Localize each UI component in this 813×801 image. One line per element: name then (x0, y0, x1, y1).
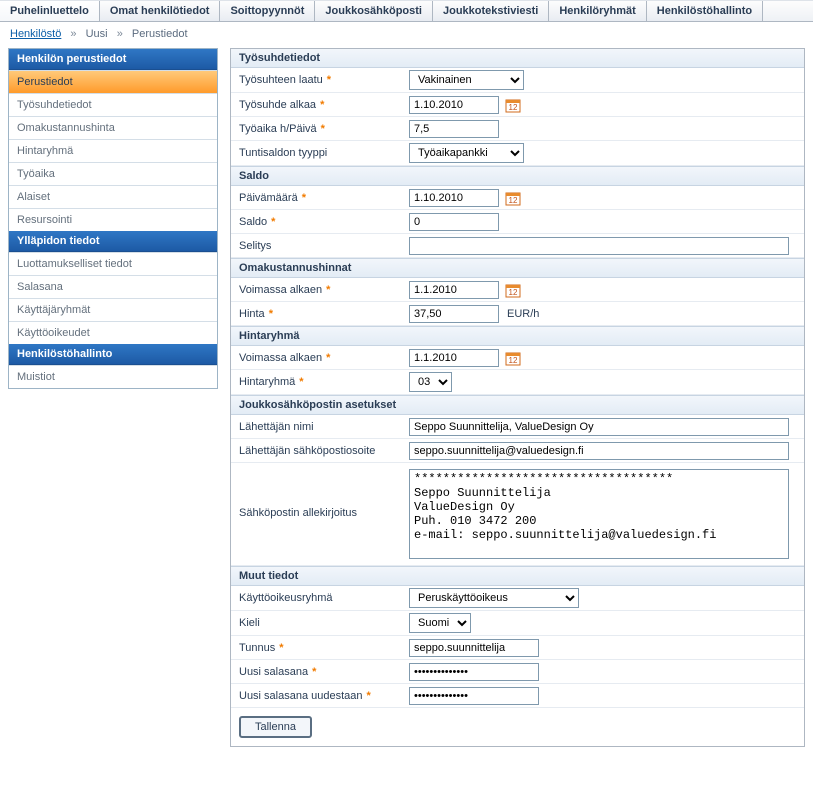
breadcrumb-item-uusi: Uusi (86, 28, 108, 40)
tab-omat-henkilotiedot[interactable]: Omat henkilötiedot (100, 1, 221, 21)
section-omakustannushinnat: Omakustannushinnat (231, 258, 804, 278)
select-kieli[interactable]: Suomi (409, 613, 471, 633)
select-tyosuhteen-laatu[interactable]: Vakinainen (409, 70, 524, 90)
section-saldo: Saldo (231, 166, 804, 186)
input-selitys[interactable] (409, 237, 789, 255)
input-voimassa-alkaen-1[interactable] (409, 281, 499, 299)
label-saldo: Saldo* (239, 216, 409, 228)
calendar-icon[interactable]: 12 (505, 190, 521, 206)
tab-henkilostohallinto[interactable]: Henkilöstöhallinto (647, 1, 763, 21)
sidebar-item-luottamukselliset[interactable]: Luottamukselliset tiedot (9, 252, 217, 275)
label-paivamaara: Päivämäärä* (239, 192, 409, 204)
label-allekirjoitus: Sähköpostin allekirjoitus (239, 469, 409, 519)
label-hinta: Hinta* (239, 308, 409, 320)
breadcrumb-link-henkilosto[interactable]: Henkilöstö (10, 28, 61, 40)
svg-text:12: 12 (509, 356, 518, 365)
sidebar-item-perustiedot[interactable]: Perustiedot (9, 70, 217, 93)
input-tyosuhde-alkaa[interactable] (409, 96, 499, 114)
save-button[interactable]: Tallenna (239, 716, 312, 738)
sidebar-header-perustiedot: Henkilön perustiedot (9, 49, 217, 70)
sidebar-item-kayttajaryhmat[interactable]: Käyttäjäryhmät (9, 298, 217, 321)
input-saldo[interactable] (409, 213, 499, 231)
input-paivamaara[interactable] (409, 189, 499, 207)
tab-henkiloryhmat[interactable]: Henkilöryhmät (549, 1, 646, 21)
label-selitys: Selitys (239, 240, 409, 252)
svg-text:12: 12 (509, 288, 518, 297)
label-lahettajan-nimi: Lähettäjän nimi (239, 421, 409, 433)
input-voimassa-alkaen-2[interactable] (409, 349, 499, 367)
input-uusi-salasana[interactable] (409, 663, 539, 681)
tab-puhelinluettelo[interactable]: Puhelinluettelo (0, 1, 100, 21)
breadcrumb-item-perustiedot: Perustiedot (132, 28, 188, 40)
main-form: Työsuhdetiedot Työsuhteen laatu* Vakinai… (230, 48, 805, 747)
svg-text:12: 12 (509, 103, 518, 112)
input-lahettajan-nimi[interactable] (409, 418, 789, 436)
input-tyoaika-h[interactable] (409, 120, 499, 138)
svg-text:12: 12 (509, 196, 518, 205)
tab-joukkotekstiviesti[interactable]: Joukkotekstiviesti (433, 1, 549, 21)
label-kieli: Kieli (239, 617, 409, 629)
sidebar-item-kayttooikeudet[interactable]: Käyttöoikeudet (9, 321, 217, 344)
label-lahettajan-osoite: Lähettäjän sähköpostiosoite (239, 445, 409, 457)
breadcrumb-sep: » (70, 28, 76, 40)
sidebar-header-henkilostohallinto: Henkilöstöhallinto (9, 344, 217, 365)
sidebar-item-hintaryhma[interactable]: Hintaryhmä (9, 139, 217, 162)
sidebar-item-tyosuhdetiedot[interactable]: Työsuhdetiedot (9, 93, 217, 116)
sidebar-item-resursointi[interactable]: Resursointi (9, 208, 217, 231)
label-kayttooikeusryhma: Käyttöoikeusryhmä (239, 592, 409, 604)
sidebar-item-muistiot[interactable]: Muistiot (9, 365, 217, 388)
label-uusi-salasana-uudestaan: Uusi salasana uudestaan* (239, 690, 409, 702)
label-tyosuhde-alkaa: Työsuhde alkaa* (239, 99, 409, 111)
select-hintaryhma[interactable]: 03 (409, 372, 452, 392)
sidebar-item-salasana[interactable]: Salasana (9, 275, 217, 298)
sidebar-item-omakustannushinta[interactable]: Omakustannushinta (9, 116, 217, 139)
select-kayttooikeusryhma[interactable]: Peruskäyttöoikeus (409, 588, 579, 608)
unit-eurh: EUR/h (507, 308, 539, 320)
label-tuntisaldon-tyyppi: Tuntisaldon tyyppi (239, 147, 409, 159)
section-joukkosahkoposti: Joukkosähköpostin asetukset (231, 395, 804, 415)
label-tyoaika-h: Työaika h/Päivä* (239, 123, 409, 135)
sidebar-item-alaiset[interactable]: Alaiset (9, 185, 217, 208)
tab-soittopyynnot[interactable]: Soittopyynnöt (220, 1, 315, 21)
label-tyosuhteen-laatu: Työsuhteen laatu* (239, 74, 409, 86)
label-voimassa-alkaen-2: Voimassa alkaen* (239, 352, 409, 364)
sidebar-item-tyoaika[interactable]: Työaika (9, 162, 217, 185)
sidebar-header-yllapito: Ylläpidon tiedot (9, 231, 217, 252)
calendar-icon[interactable]: 12 (505, 350, 521, 366)
section-hintaryhma: Hintaryhmä (231, 326, 804, 346)
input-hinta[interactable] (409, 305, 499, 323)
section-tyosuhdetiedot: Työsuhdetiedot (231, 49, 804, 68)
input-tunnus[interactable] (409, 639, 539, 657)
sidebar: Henkilön perustiedot Perustiedot Työsuhd… (8, 48, 218, 389)
calendar-icon[interactable]: 12 (505, 97, 521, 113)
label-tunnus: Tunnus* (239, 642, 409, 654)
section-muut-tiedot: Muut tiedot (231, 566, 804, 586)
input-uusi-salasana-uudestaan[interactable] (409, 687, 539, 705)
breadcrumb-sep: » (117, 28, 123, 40)
tab-joukkosahkoposti[interactable]: Joukkosähköposti (315, 1, 433, 21)
textarea-allekirjoitus[interactable] (409, 469, 789, 559)
label-voimassa-alkaen-1: Voimassa alkaen* (239, 284, 409, 296)
top-nav: Puhelinluettelo Omat henkilötiedot Soitt… (0, 0, 813, 22)
label-uusi-salasana: Uusi salasana* (239, 666, 409, 678)
calendar-icon[interactable]: 12 (505, 282, 521, 298)
breadcrumb: Henkilöstö » Uusi » Perustiedot (0, 22, 813, 48)
select-tuntisaldon-tyyppi[interactable]: Työaikapankki (409, 143, 524, 163)
input-lahettajan-osoite[interactable] (409, 442, 789, 460)
label-hintaryhma: Hintaryhmä* (239, 376, 409, 388)
